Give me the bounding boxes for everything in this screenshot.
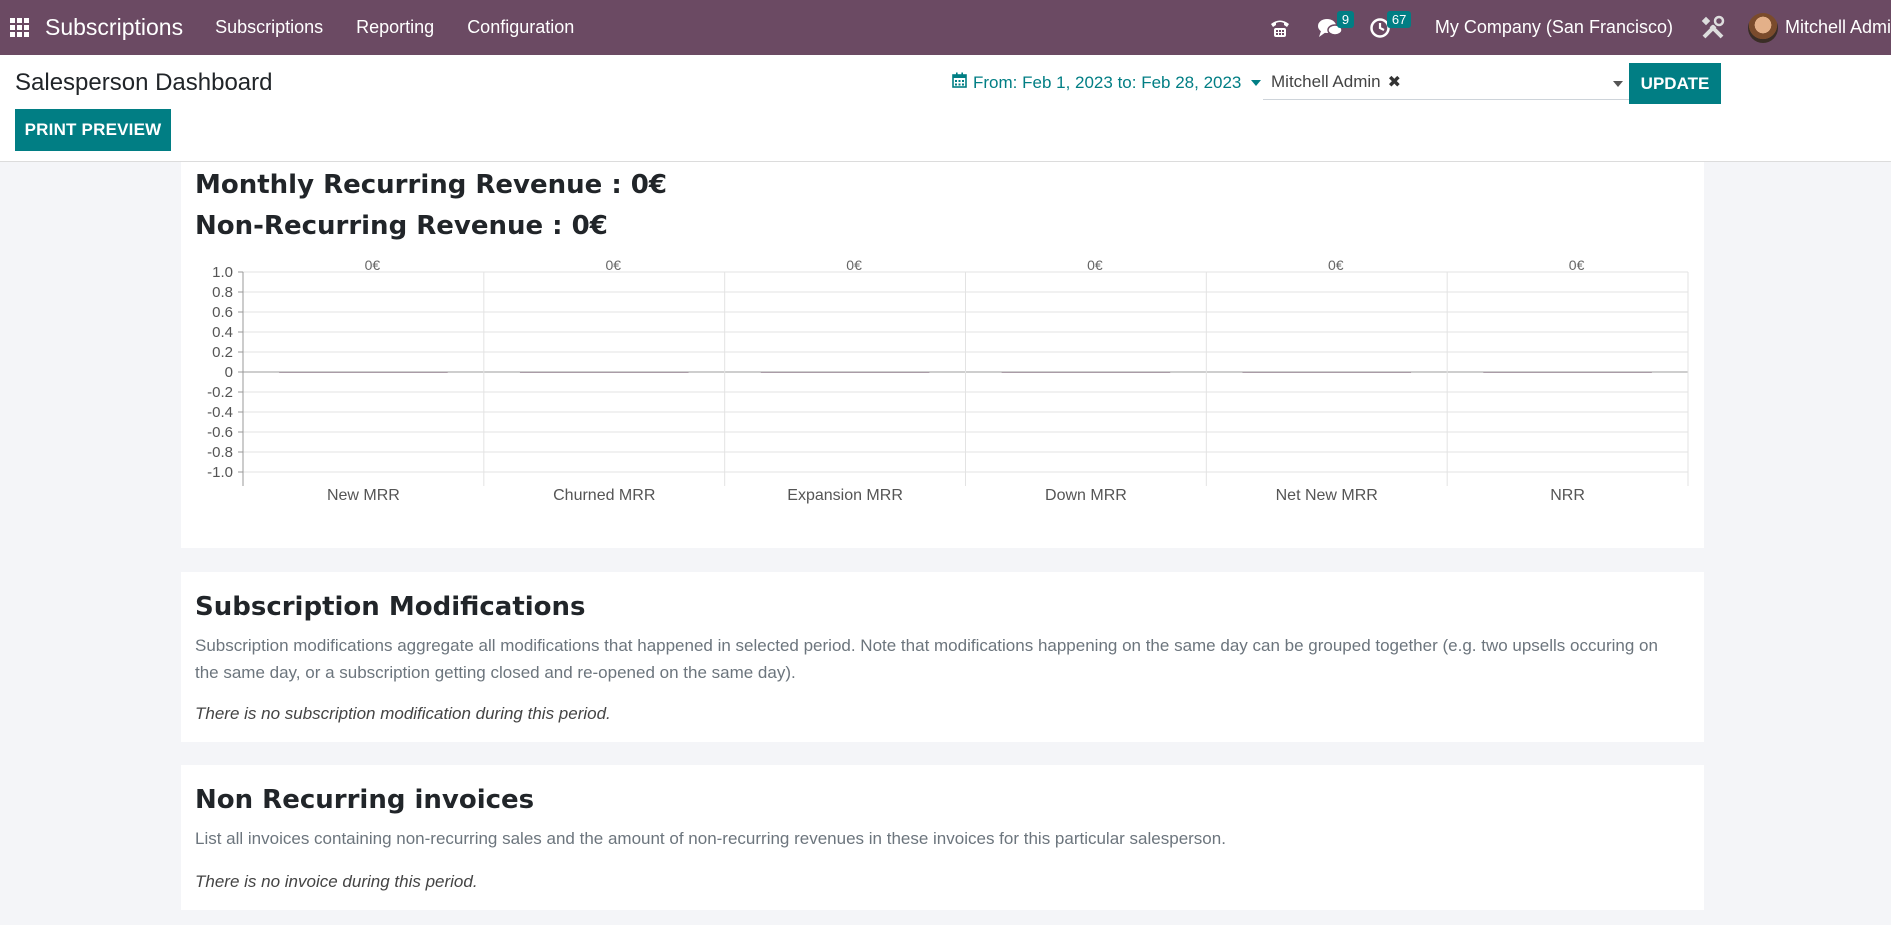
user-menu[interactable]: Mitchell Admi (1785, 17, 1891, 38)
bar-nrr (1483, 372, 1652, 373)
user-avatar[interactable] (1747, 12, 1778, 43)
debug-tools-icon[interactable] (1698, 13, 1728, 43)
company-switcher[interactable]: My Company (San Francisco) (1435, 17, 1673, 38)
modifications-description: Subscription modifications aggregate all… (195, 636, 1658, 682)
y-tick-label: -1.0 (207, 464, 233, 481)
data-label: 0€ (846, 257, 862, 273)
x-category-label: Expansion MRR (787, 487, 903, 504)
y-tick-label: 1.0 (212, 264, 233, 281)
bar-new-mrr (279, 372, 448, 373)
invoices-title: Non Recurring invoices (195, 785, 535, 815)
y-tick-label: -0.8 (207, 444, 233, 461)
y-tick-label: 0.6 (212, 304, 233, 321)
print-preview-button[interactable]: PRINT PREVIEW (15, 109, 171, 151)
x-category-label: NRR (1550, 487, 1585, 504)
page-title: Salesperson Dashboard (15, 69, 273, 96)
x-category-label: Net New MRR (1276, 487, 1378, 504)
date-range-filter[interactable]: From: Feb 1, 2023 to: Feb 28, 2023 (952, 72, 1262, 93)
x-category-label: Down MRR (1045, 487, 1127, 504)
y-tick-label: 0.8 (212, 284, 233, 301)
data-label: 0€ (1569, 257, 1585, 273)
phone-icon[interactable] (1265, 13, 1295, 43)
activities-badge: 67 (1386, 10, 1412, 28)
dropdown-caret-icon[interactable] (1613, 81, 1623, 87)
data-label: 0€ (1087, 257, 1103, 273)
modifications-title: Subscription Modifications (195, 592, 586, 622)
y-tick-label: 0 (225, 364, 233, 381)
chat-icon[interactable]: 9 (1315, 10, 1355, 43)
update-button[interactable]: UPDATE (1629, 63, 1721, 104)
y-tick-label: 0.4 (212, 324, 233, 341)
bar-expansion-mrr (760, 372, 930, 373)
messages-badge: 9 (1336, 10, 1355, 28)
top-navbar: Subscriptions Subscriptions Reporting Co… (0, 0, 1891, 55)
modifications-empty-message: There is no subscription modification du… (195, 704, 611, 723)
modifications-card: Subscription Modifications Subscription … (181, 572, 1704, 742)
control-panel: Salesperson Dashboard PRINT PREVIEW From… (0, 55, 1891, 162)
apps-menu-icon[interactable] (10, 17, 30, 38)
nav-reporting[interactable]: Reporting (356, 17, 434, 38)
activity-clock-icon[interactable]: 67 (1365, 10, 1412, 43)
invoices-card: Non Recurring invoices List all invoices… (181, 765, 1704, 910)
bar-down-mrr (1001, 372, 1171, 373)
invoices-empty-message: There is no invoice during this period. (195, 872, 478, 891)
x-category-label: Churned MRR (553, 487, 655, 504)
mrr-bar-chart: 1.0 0.8 0.6 0.4 0.2 0 -0.2 -0.4 -0.6 -0.8 -1.0 0€ Ne… (207, 257, 1689, 504)
nav-configuration[interactable]: Configuration (467, 17, 574, 38)
calendar-icon (952, 72, 967, 93)
nav-subscriptions[interactable]: Subscriptions (215, 17, 323, 38)
y-tick-label: 0.2 (212, 344, 233, 361)
bar-churned-mrr (519, 372, 689, 373)
chevron-down-icon (1251, 79, 1262, 86)
revenue-card: Monthly Recurring Revenue : 0€ Non-Recur… (181, 162, 1704, 548)
invoices-description: List all invoices containing non-recurri… (195, 829, 1226, 848)
data-label: 0€ (365, 257, 381, 273)
date-range-label: From: Feb 1, 2023 to: Feb 28, 2023 (973, 72, 1242, 92)
app-title[interactable]: Subscriptions (45, 14, 183, 41)
systray: 9 67 My Company (San Francisco) Mitchell… (1265, 0, 1891, 55)
remove-tag-icon[interactable]: ✖ (1388, 72, 1401, 92)
salesperson-select[interactable]: Mitchell Admin ✖ (1263, 65, 1629, 100)
x-category-label: New MRR (327, 487, 400, 504)
y-tick-label: -0.4 (207, 404, 233, 421)
bar-net-new-mrr (1242, 372, 1412, 373)
data-label: 0€ (1328, 257, 1344, 273)
salesperson-tag: Mitchell Admin (1271, 72, 1381, 91)
y-tick-label: -0.2 (207, 384, 233, 401)
y-tick-label: -0.6 (207, 424, 233, 441)
data-label: 0€ (605, 257, 621, 273)
